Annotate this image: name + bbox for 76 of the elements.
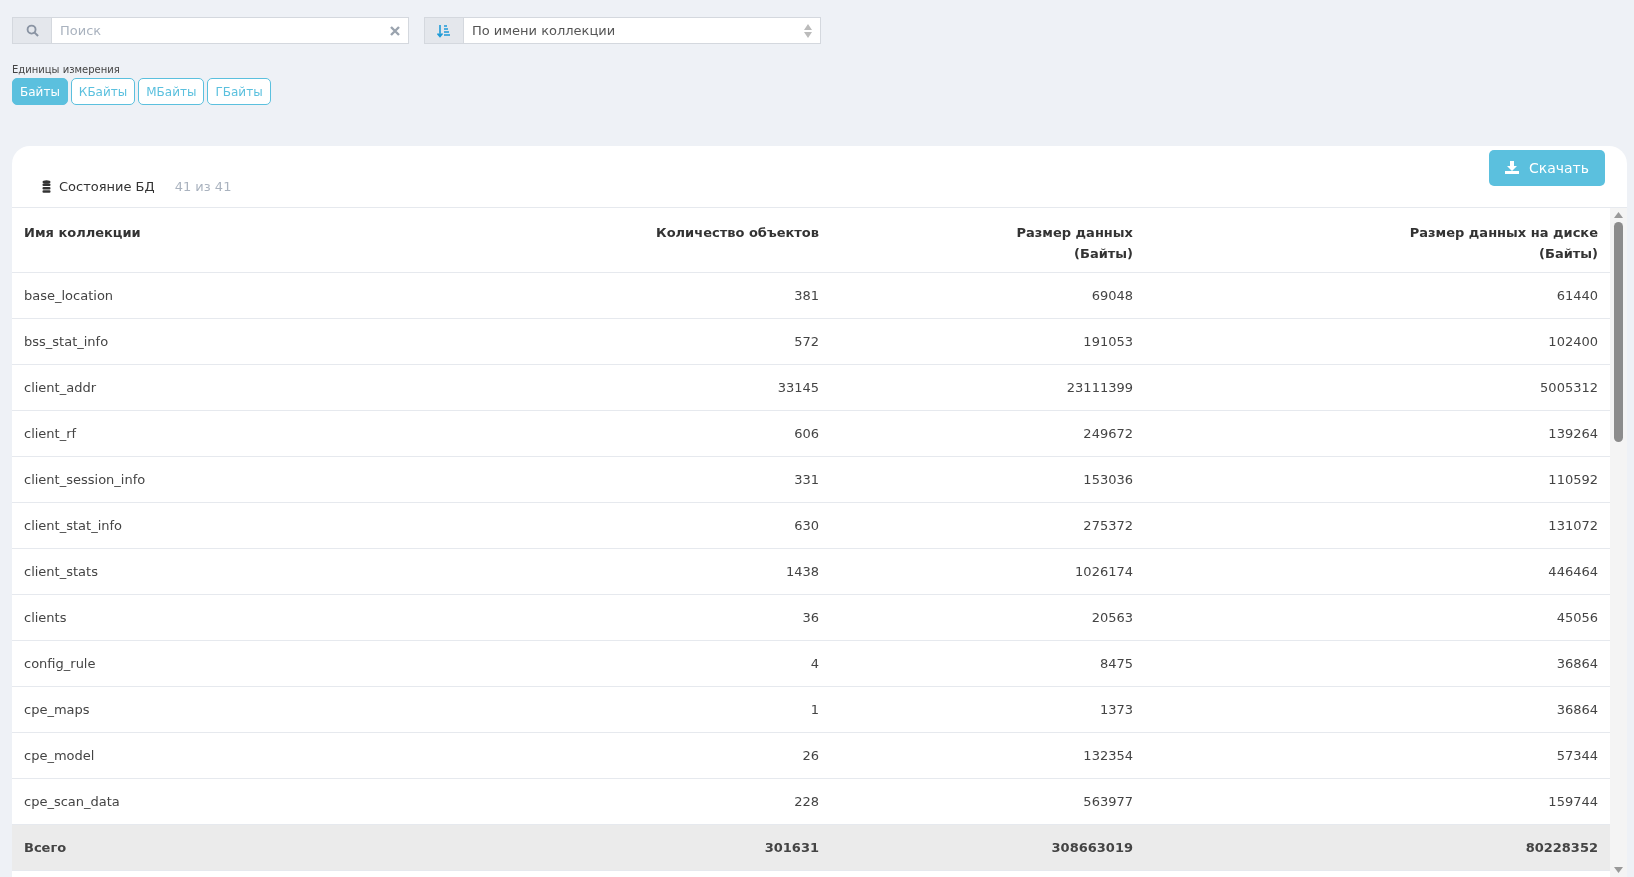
search-box[interactable]: Поиск	[12, 17, 409, 44]
table-cell-text: 26	[801, 747, 820, 765]
table-cell-text: 1373	[1098, 701, 1134, 719]
clear-icon[interactable]	[390, 25, 400, 36]
download-button[interactable]: Скачать	[1488, 149, 1605, 186]
table-cell-text: 563977	[1082, 793, 1134, 811]
table-cell-text: 110592	[1547, 471, 1599, 489]
table-cell-text: 36	[801, 609, 820, 627]
database-icon	[42, 180, 51, 193]
table-cell-text: 4	[809, 655, 820, 673]
table-cell-text: 139264	[1547, 425, 1599, 443]
table-cell-text: 153036	[1082, 471, 1134, 489]
table-cell-text: 446464	[1547, 563, 1599, 581]
table-cell-text: 20563	[1090, 609, 1134, 627]
table-cell-text: 249672	[1082, 425, 1134, 443]
table-cell-text: 23111399	[1065, 379, 1134, 397]
record-count: 41 из 41	[174, 179, 232, 194]
table-cell-text: client_rf	[23, 425, 78, 443]
search-icon	[13, 18, 52, 43]
table-cell-text: 132354	[1082, 747, 1134, 765]
table-cell-text: 5005312	[1539, 379, 1599, 397]
table-cell-text: 572	[793, 333, 820, 351]
table-cell-text: cpe_model	[23, 747, 96, 765]
table-cell-text: 33145	[776, 379, 820, 397]
table-cell-text: 331	[793, 471, 820, 489]
sort-select[interactable]: По имени коллекции	[424, 17, 821, 44]
table-cell-text: 45056	[1555, 609, 1599, 627]
updown-icon	[804, 23, 812, 38]
total-cell-text: 80228352	[1524, 839, 1599, 857]
table-cell-text: client_stat_info	[23, 517, 124, 535]
scrollbar[interactable]	[1610, 208, 1627, 877]
column-header: Размер данных (Байты)	[1015, 224, 1134, 263]
panel-title: Состояние БД	[59, 179, 155, 194]
table-cell-text: 191053	[1082, 333, 1134, 351]
unit-button[interactable]: МБайты	[138, 78, 205, 105]
table-cell-text: 228	[793, 793, 820, 811]
total-cell-text: Всего	[23, 839, 68, 857]
download-icon	[1504, 161, 1519, 174]
table-cell-text: config_rule	[23, 655, 97, 673]
table-cell-text: 36864	[1555, 701, 1599, 719]
table-cell-text: 606	[793, 425, 820, 443]
table-cell-text: 1026174	[1074, 563, 1134, 581]
scrollbar-thumb[interactable]	[1614, 222, 1623, 442]
table-cell-text: bss_stat_info	[23, 333, 110, 351]
column-header: Размер данных на диске (Байты)	[1408, 224, 1599, 263]
scroll-up-icon[interactable]	[1614, 212, 1623, 218]
unit-button[interactable]: КБайты	[70, 78, 136, 105]
unit-button[interactable]: Байты	[12, 78, 68, 105]
table-cell-text: client_stats	[23, 563, 99, 581]
table-cell-text: 275372	[1082, 517, 1134, 535]
table-cell-text: 159744	[1547, 793, 1599, 811]
table-cell-text: 57344	[1555, 747, 1599, 765]
table-cell-text: 1438	[784, 563, 820, 581]
table-cell-text: 61440	[1555, 287, 1599, 305]
column-header: Имя коллекции	[23, 224, 142, 242]
table-cell-text: clients	[23, 609, 68, 627]
table-cell-text: 131072	[1547, 517, 1599, 535]
table-cell-text: 8475	[1098, 655, 1134, 673]
table-cell-text: client_session_info	[23, 471, 147, 489]
total-cell-text: 308663019	[1050, 839, 1134, 857]
units-label: Единицы измерения	[12, 64, 121, 75]
table-cell-text: cpe_scan_data	[23, 793, 121, 811]
scroll-down-icon[interactable]	[1614, 867, 1623, 873]
total-cell-text: 301631	[763, 839, 820, 857]
table-cell-text: base_location	[23, 287, 115, 305]
unit-button[interactable]: ГБайты	[207, 78, 271, 105]
column-header: Количество объектов	[655, 224, 820, 242]
table-cell-text: 381	[793, 287, 820, 305]
table-cell-text: 102400	[1547, 333, 1599, 351]
table-cell-text: 1	[809, 701, 820, 719]
sort-icon	[425, 18, 464, 43]
table-cell-text: 69048	[1090, 287, 1134, 305]
table-cell-text: client_addr	[23, 379, 98, 397]
table-cell-text: 36864	[1555, 655, 1599, 673]
table-cell-text: 630	[793, 517, 820, 535]
table-cell-text: cpe_maps	[23, 701, 91, 719]
